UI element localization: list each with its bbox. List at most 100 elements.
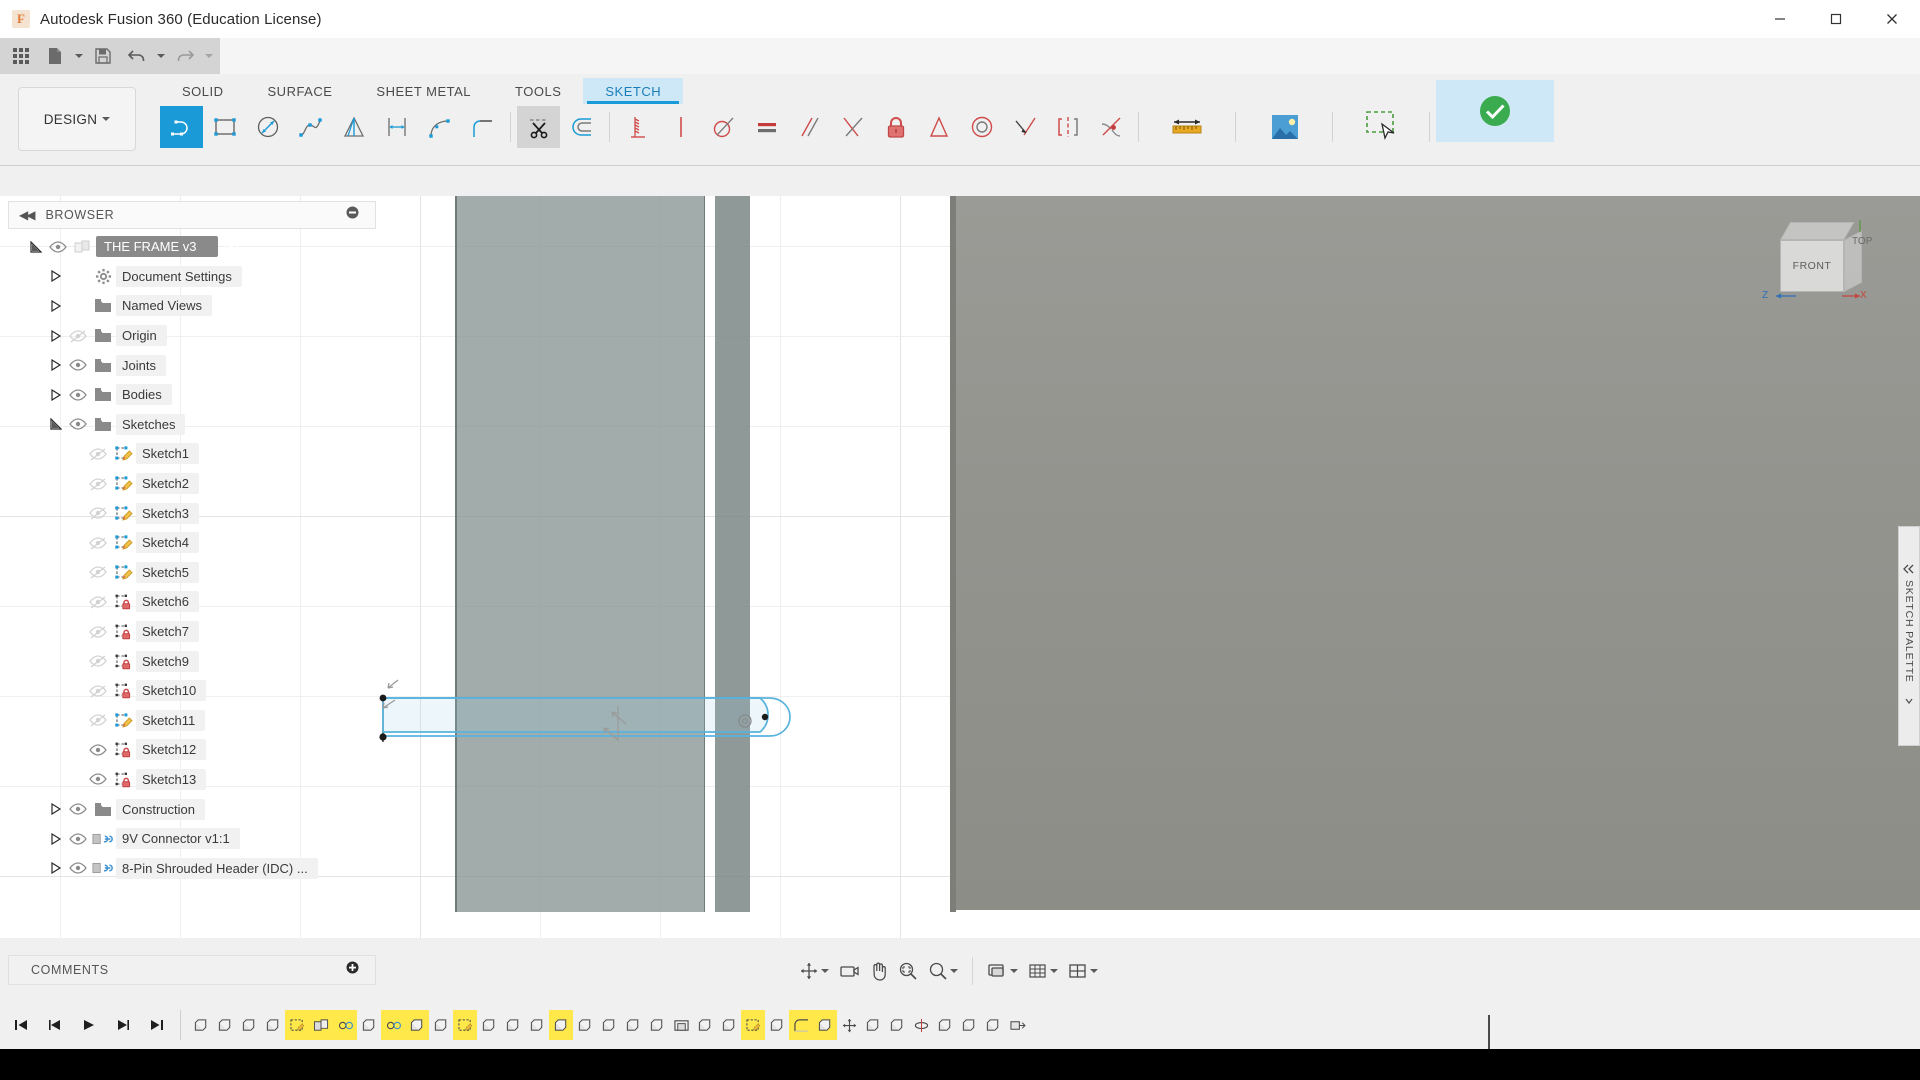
new-file-caret-icon[interactable] [72, 41, 86, 71]
tree-item-sketches[interactable]: Sketches [8, 410, 376, 440]
symmetry-icon[interactable] [1046, 106, 1089, 148]
timeline-feature[interactable] [789, 1010, 813, 1040]
timeline-feature[interactable] [645, 1010, 669, 1040]
new-file-icon[interactable] [38, 41, 72, 71]
eye-hidden-icon[interactable] [86, 536, 110, 550]
timeline-feature[interactable] [453, 1010, 477, 1040]
timeline-feature[interactable] [765, 1010, 789, 1040]
dimension-icon[interactable] [375, 106, 418, 148]
curvature-icon[interactable] [1089, 106, 1132, 148]
eye-visible-icon[interactable] [86, 772, 110, 786]
eye-hidden-icon[interactable] [86, 625, 110, 639]
sketch-line-icon[interactable] [160, 106, 203, 148]
timeline-feature[interactable] [333, 1010, 357, 1040]
tree-item-joints[interactable]: Joints [8, 350, 376, 380]
timeline-feature[interactable] [429, 1010, 453, 1040]
eye-hidden-icon[interactable] [66, 329, 90, 343]
timeline-end-marker[interactable] [1488, 1015, 1490, 1049]
tree-arrow-collapsed-icon[interactable] [46, 803, 66, 816]
vertical-horizontal-icon[interactable] [659, 106, 702, 148]
eye-visible-icon[interactable] [66, 388, 90, 402]
tab-solid[interactable]: SOLID [160, 78, 246, 104]
eye-hidden-icon[interactable] [86, 684, 110, 698]
eye-visible-icon[interactable] [66, 861, 90, 875]
arc-icon[interactable] [418, 106, 461, 148]
tree-item-sketch10[interactable]: Sketch10 [8, 676, 376, 706]
display-settings-icon[interactable] [983, 956, 1022, 986]
tangent-icon[interactable] [702, 106, 745, 148]
tree-arrow-collapsed-icon[interactable] [46, 388, 66, 401]
eye-hidden-icon[interactable] [86, 595, 110, 609]
tree-item-named-views[interactable]: Named Views [8, 291, 376, 321]
measure-ruler-icon[interactable] [1145, 106, 1229, 148]
timeline-feature[interactable] [861, 1010, 885, 1040]
model-slab-right[interactable] [715, 196, 750, 912]
timeline-feature[interactable] [501, 1010, 525, 1040]
concentric-icon[interactable] [960, 106, 1003, 148]
tab-sheet-metal[interactable]: SHEET METAL [354, 78, 493, 104]
eye-hidden-icon[interactable] [86, 477, 110, 491]
timeline-feature[interactable] [237, 1010, 261, 1040]
model-slab-left[interactable] [455, 196, 705, 912]
eye-visible-icon[interactable] [46, 240, 70, 254]
look-at-icon[interactable] [835, 956, 863, 986]
timeline-feature[interactable] [405, 1010, 429, 1040]
spline-icon[interactable] [289, 106, 332, 148]
tree-item-sketch11[interactable]: Sketch11 [8, 706, 376, 736]
timeline-feature[interactable] [357, 1010, 381, 1040]
step-back-icon[interactable] [40, 1008, 70, 1042]
tree-item-sketch1[interactable]: Sketch1 [8, 439, 376, 469]
orbit-icon[interactable] [795, 956, 833, 986]
tree-arrow-expanded-icon[interactable] [26, 240, 46, 253]
timeline-feature[interactable] [261, 1010, 285, 1040]
eye-visible-icon[interactable] [66, 358, 90, 372]
tab-sketch[interactable]: SKETCH [583, 78, 684, 104]
timeline-feature[interactable] [381, 1010, 405, 1040]
timeline-feature[interactable] [1005, 1010, 1029, 1040]
minimize-button[interactable] [1752, 0, 1808, 38]
maximize-button[interactable] [1808, 0, 1864, 38]
view-cube-top-face[interactable] [1780, 222, 1855, 240]
midpoint-icon[interactable] [917, 106, 960, 148]
chevron-down-icon[interactable] [1050, 969, 1058, 973]
timeline-feature[interactable] [189, 1010, 213, 1040]
tree-item-bodies[interactable]: Bodies [8, 380, 376, 410]
tree-item-8-pin-shrouded-header-idc[interactable]: 8-Pin Shrouded Header (IDC) ... [8, 853, 376, 883]
zoom-icon[interactable] [924, 956, 962, 986]
timeline-feature[interactable] [621, 1010, 645, 1040]
parallel-icon[interactable] [788, 106, 831, 148]
collapse-left-icon[interactable] [1903, 564, 1915, 574]
redo-icon[interactable] [168, 41, 202, 71]
eye-hidden-icon[interactable] [86, 506, 110, 520]
undo-caret-icon[interactable] [154, 41, 168, 71]
tree-item-sketch7[interactable]: Sketch7 [8, 617, 376, 647]
pan-hand-icon[interactable] [865, 956, 892, 986]
equal-icon[interactable] [745, 106, 788, 148]
timeline-feature[interactable] [573, 1010, 597, 1040]
chevron-down-icon[interactable] [1905, 696, 1913, 708]
play-icon[interactable] [74, 1008, 104, 1042]
comments-panel[interactable]: COMMENTS [8, 955, 376, 985]
insert-image-icon[interactable] [1242, 106, 1326, 148]
tab-surface[interactable]: SURFACE [246, 78, 355, 104]
zoom-window-icon[interactable] [894, 956, 922, 986]
tree-arrow-collapsed-icon[interactable] [46, 862, 66, 875]
polygon-icon[interactable] [332, 106, 375, 148]
undo-icon[interactable] [120, 41, 154, 71]
timeline-feature[interactable] [741, 1010, 765, 1040]
tree-item-9v-connector-v1-1[interactable]: 9V Connector v1:1 [8, 824, 376, 854]
tree-item-construction[interactable]: Construction [8, 794, 376, 824]
timeline-feature[interactable] [981, 1010, 1005, 1040]
browser-tree[interactable]: THE FRAME v3 Document Settings Named Views… [8, 232, 376, 883]
timeline-feature[interactable] [669, 1010, 693, 1040]
tree-item-sketch2[interactable]: Sketch2 [8, 469, 376, 499]
skip-to-start-icon[interactable] [6, 1008, 36, 1042]
tree-item-sketch4[interactable]: Sketch4 [8, 528, 376, 558]
eye-visible-icon[interactable] [86, 743, 110, 757]
tree-arrow-collapsed-icon[interactable] [46, 832, 66, 845]
close-button[interactable] [1864, 0, 1920, 38]
collinear-icon[interactable] [1003, 106, 1046, 148]
eye-hidden-icon[interactable] [86, 565, 110, 579]
timeline-feature[interactable] [309, 1010, 333, 1040]
step-forward-icon[interactable] [108, 1008, 138, 1042]
